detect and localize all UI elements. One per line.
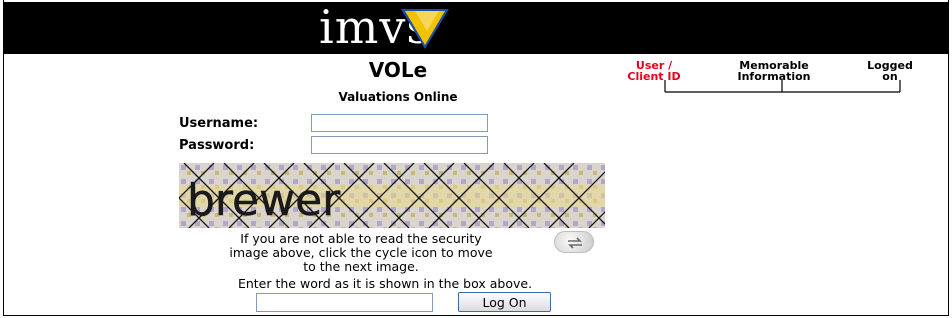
log-on-button[interactable]: Log On [458, 292, 551, 312]
captcha-word: brewer [187, 175, 341, 226]
help-line-3: to the next image. [303, 259, 419, 274]
captcha-help-text: If you are not able to read the security… [180, 232, 542, 274]
page-subtitle: Valuations Online [338, 90, 458, 104]
help-line-1: If you are not able to read the security [240, 231, 482, 246]
header-bar: imvs [3, 1, 949, 54]
cycle-button[interactable] [554, 231, 594, 253]
refresh-icon [568, 237, 582, 249]
logo-triangle-icon [401, 9, 449, 49]
password-label: Password: [179, 138, 255, 153]
imvs-logo: imvs [319, 1, 489, 53]
password-input[interactable] [311, 136, 488, 154]
page-title: VOLe [368, 58, 428, 82]
username-input[interactable] [311, 114, 488, 132]
enter-word-instruction: Enter the word as it is shown in the box… [237, 276, 533, 291]
help-line-2: image above, click the cycle icon to mov… [229, 245, 493, 260]
captcha-image: brewer [179, 163, 605, 228]
annotation-bracket [664, 80, 901, 93]
username-label: Username: [179, 116, 259, 131]
captcha-input[interactable] [256, 293, 433, 312]
